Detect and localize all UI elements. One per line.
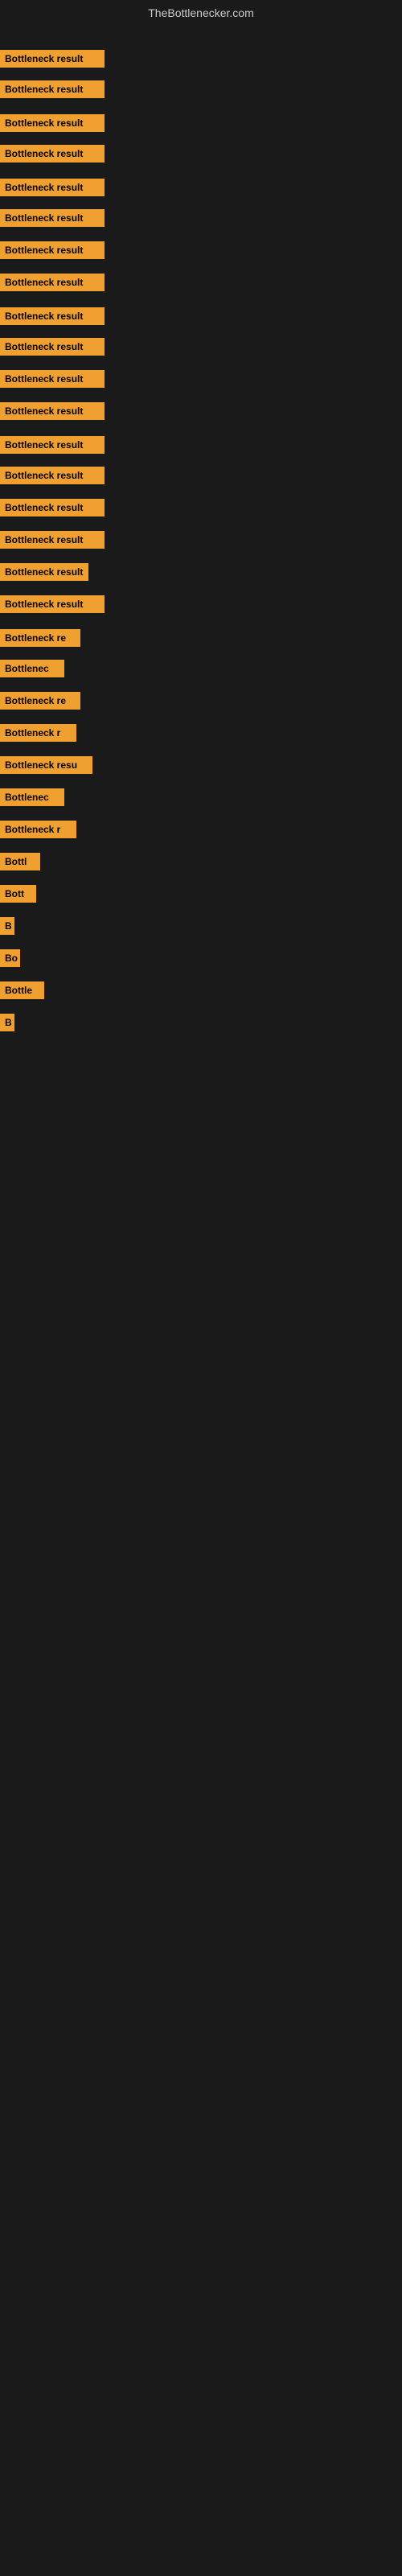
bottleneck-bar: Bott xyxy=(0,885,36,903)
bottleneck-bar: Bottleneck r xyxy=(0,821,76,838)
bottleneck-bar: Bottl xyxy=(0,853,40,870)
bottleneck-bar: Bottleneck resu xyxy=(0,756,92,774)
bottleneck-label: B xyxy=(0,917,14,935)
bottleneck-label: Bo xyxy=(0,949,20,967)
bottleneck-bar: Bottleneck result xyxy=(0,338,105,356)
bottleneck-bar: Bottleneck result xyxy=(0,307,105,325)
site-title: TheBottlenecker.com xyxy=(0,0,402,26)
bottleneck-label: Bottleneck result xyxy=(0,499,105,516)
bottleneck-bar: B xyxy=(0,1014,14,1031)
bottleneck-bar: Bottleneck re xyxy=(0,629,80,647)
bottleneck-bar: Bottle xyxy=(0,981,44,999)
bottleneck-bar: Bo xyxy=(0,949,20,967)
bottleneck-bar: Bottleneck result xyxy=(0,145,105,163)
bottleneck-label: Bottleneck result xyxy=(0,114,105,132)
bottleneck-bar: Bottleneck result xyxy=(0,274,105,291)
bottleneck-label: Bottleneck result xyxy=(0,563,88,581)
bottleneck-label: Bottlenec xyxy=(0,788,64,806)
bottleneck-label: Bottl xyxy=(0,853,40,870)
bottleneck-bar: Bottleneck result xyxy=(0,370,105,388)
bottleneck-bar: Bottlenec xyxy=(0,660,64,677)
bottleneck-bar: Bottleneck r xyxy=(0,724,76,742)
bottleneck-label: Bottleneck result xyxy=(0,80,105,98)
bottleneck-label: Bottleneck result xyxy=(0,338,105,356)
bottleneck-label: Bottleneck result xyxy=(0,531,105,549)
bottleneck-label: Bottleneck result xyxy=(0,307,105,325)
bottleneck-label: B xyxy=(0,1014,14,1031)
bottleneck-label: Bottleneck result xyxy=(0,402,105,420)
bottleneck-label: Bottleneck result xyxy=(0,145,105,163)
bottleneck-bar: Bottleneck result xyxy=(0,50,105,68)
bottleneck-label: Bott xyxy=(0,885,36,903)
bottleneck-label: Bottlenec xyxy=(0,660,64,677)
bottleneck-bar: Bottleneck result xyxy=(0,179,105,196)
bottleneck-label: Bottleneck result xyxy=(0,436,105,454)
bottleneck-label: Bottleneck result xyxy=(0,241,105,259)
bottleneck-bar: Bottleneck re xyxy=(0,692,80,710)
bottleneck-bar: Bottleneck result xyxy=(0,531,105,549)
bottleneck-label: Bottleneck resu xyxy=(0,756,92,774)
bottleneck-label: Bottleneck re xyxy=(0,692,80,710)
bottleneck-bar: Bottlenec xyxy=(0,788,64,806)
bottleneck-bar: Bottleneck result xyxy=(0,467,105,484)
bottleneck-label: Bottleneck result xyxy=(0,209,105,227)
bottleneck-bar: Bottleneck result xyxy=(0,114,105,132)
bottleneck-bar: Bottleneck result xyxy=(0,499,105,516)
bottleneck-bar: Bottleneck result xyxy=(0,595,105,613)
bottleneck-bar: Bottleneck result xyxy=(0,241,105,259)
bottleneck-bar: Bottleneck result xyxy=(0,80,105,98)
bottleneck-label: Bottleneck r xyxy=(0,821,76,838)
bottleneck-label: Bottleneck result xyxy=(0,370,105,388)
bottleneck-label: Bottleneck result xyxy=(0,179,105,196)
bottleneck-label: Bottleneck result xyxy=(0,595,105,613)
bottleneck-label: Bottleneck result xyxy=(0,50,105,68)
bottleneck-label: Bottleneck result xyxy=(0,467,105,484)
bottleneck-bar: Bottleneck result xyxy=(0,402,105,420)
bottleneck-bar: Bottleneck result xyxy=(0,209,105,227)
bottleneck-bar: Bottleneck result xyxy=(0,436,105,454)
bottleneck-bar: B xyxy=(0,917,14,935)
bottleneck-label: Bottleneck re xyxy=(0,629,80,647)
bottleneck-label: Bottle xyxy=(0,981,44,999)
bottleneck-bar: Bottleneck result xyxy=(0,563,88,581)
bottleneck-label: Bottleneck r xyxy=(0,724,76,742)
bottleneck-label: Bottleneck result xyxy=(0,274,105,291)
